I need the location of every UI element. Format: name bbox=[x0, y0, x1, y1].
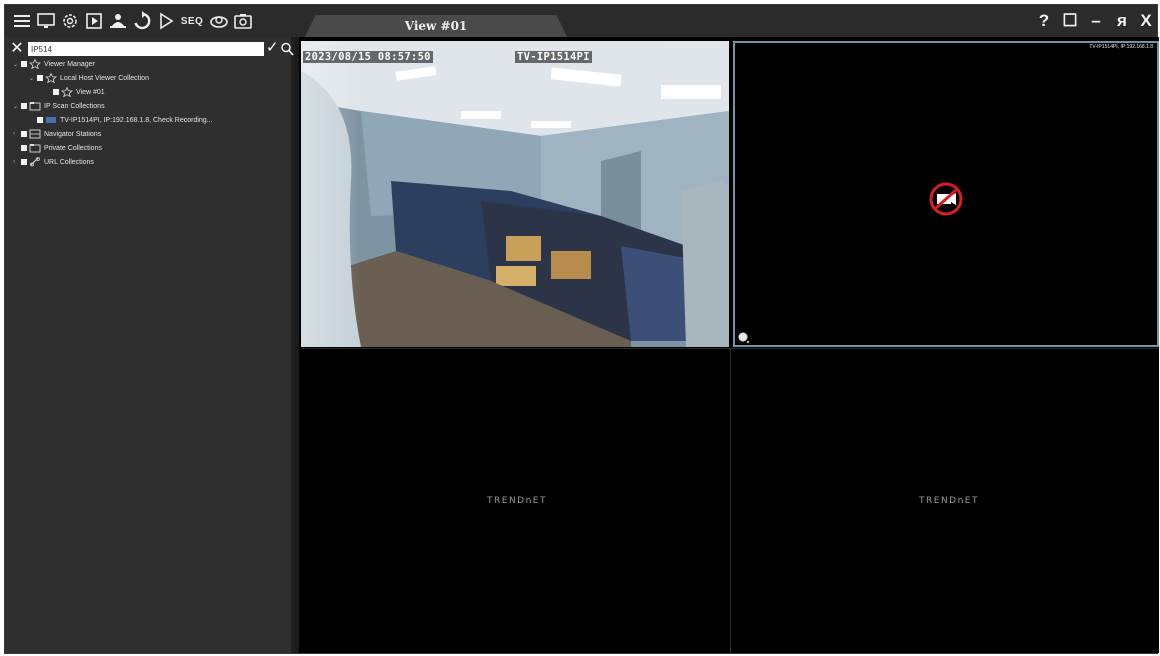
tree-item-label: TV-IP1514PI, IP:192.168.1.8, Check Recor… bbox=[60, 116, 213, 124]
checkbox[interactable] bbox=[21, 131, 27, 137]
close-icon: X bbox=[1140, 11, 1152, 30]
link-icon bbox=[29, 157, 41, 167]
chevron-right-icon[interactable]: › bbox=[13, 159, 21, 165]
checkbox[interactable] bbox=[21, 159, 27, 165]
tree-item-label: View #01 bbox=[76, 88, 105, 96]
user-button[interactable]: ᴙ bbox=[1111, 10, 1133, 32]
confirm-search-icon[interactable]: ✓ bbox=[266, 40, 280, 56]
play-icon[interactable] bbox=[155, 10, 177, 32]
menu-icon[interactable] bbox=[11, 10, 33, 32]
no-video-icon bbox=[929, 182, 963, 216]
video-grid: 2023/08/15 08:57:50 TV-IP1514PI TV-IP151… bbox=[299, 37, 1159, 653]
tree-item-viewer-manager[interactable]: ⌄ Viewer Manager bbox=[13, 58, 95, 70]
brand-logo: TRENDnET bbox=[919, 496, 979, 506]
tree-item-local-host[interactable]: ⌄ Local Host Viewer Collection bbox=[29, 72, 149, 84]
star-icon bbox=[29, 59, 41, 69]
playback-icon[interactable] bbox=[83, 10, 105, 32]
refresh-icon[interactable] bbox=[131, 10, 153, 32]
folder-icon bbox=[29, 101, 41, 111]
camera-feed-image bbox=[301, 41, 729, 347]
tree-item-label: IP Scan Collections bbox=[44, 102, 105, 110]
tree-item-camera[interactable]: TV-IP1514PI, IP:192.168.1.8, Check Recor… bbox=[37, 114, 213, 126]
tree-item-label: Navigator Stations bbox=[44, 130, 102, 138]
camera-corner-info: TV-IP1514PI, IP:192.168.1.8 bbox=[1089, 44, 1153, 50]
grid-divider-vertical bbox=[730, 349, 731, 653]
tab-title: View #01 bbox=[404, 19, 468, 33]
snapshot-icon[interactable] bbox=[232, 10, 254, 32]
brand-logo: TRENDnET bbox=[487, 496, 547, 506]
tree-item-view-01[interactable]: View #01 bbox=[53, 86, 105, 98]
settings-icon[interactable] bbox=[59, 10, 81, 32]
checkbox[interactable] bbox=[21, 145, 27, 151]
video-cell-2[interactable]: TV-IP1514PI, IP:192.168.1.8 bbox=[733, 41, 1159, 347]
record-status-icon[interactable] bbox=[738, 331, 750, 344]
search-icon[interactable] bbox=[280, 41, 294, 57]
seq-button[interactable]: SEQ bbox=[179, 10, 205, 32]
checkbox[interactable] bbox=[53, 89, 59, 95]
maximize-icon: ☐ bbox=[1062, 11, 1078, 30]
star-icon bbox=[61, 87, 73, 97]
search-input[interactable] bbox=[28, 42, 264, 56]
tree-item-navigator[interactable]: › Navigator Stations bbox=[13, 128, 101, 140]
app-window: SEQ View #01 ? ☐ – ᴙ X ✕ ✓ ⌄ Viewer bbox=[4, 4, 1159, 654]
device-tree-panel: ✕ ✓ ⌄ Viewer Manager ⌄ Local Host Viewer… bbox=[5, 37, 295, 653]
folder-icon bbox=[29, 143, 41, 153]
video-cell-4[interactable]: TRENDnET bbox=[733, 351, 1159, 653]
camera-name: TV-IP1514PI bbox=[515, 51, 592, 63]
checkbox[interactable] bbox=[21, 103, 27, 109]
checkbox[interactable] bbox=[37, 117, 43, 123]
camera-corner-info: TV-IP1514PI, IP:192.168.1.8 bbox=[661, 42, 725, 48]
top-toolbar: SEQ View #01 ? ☐ – ᴙ X bbox=[5, 5, 1157, 37]
tree-item-private[interactable]: Private Collections bbox=[21, 142, 102, 154]
station-icon bbox=[29, 129, 41, 139]
tree-item-label: Viewer Manager bbox=[44, 60, 95, 68]
cameras-icon[interactable] bbox=[208, 10, 230, 32]
chevron-right-icon[interactable]: › bbox=[13, 131, 21, 137]
video-cell-1[interactable]: 2023/08/15 08:57:50 TV-IP1514PI TV-IP151… bbox=[301, 41, 729, 347]
search-bar: ✕ ✓ bbox=[9, 40, 294, 57]
tree-item-url[interactable]: › URL Collections bbox=[13, 156, 94, 168]
chevron-down-icon[interactable]: ⌄ bbox=[13, 61, 21, 68]
checkbox[interactable] bbox=[21, 61, 27, 67]
help-icon: ? bbox=[1038, 11, 1050, 30]
camera-icon bbox=[45, 115, 57, 125]
chevron-down-icon[interactable]: ⌄ bbox=[13, 103, 21, 110]
clear-search-icon[interactable]: ✕ bbox=[9, 41, 25, 57]
user-icon: ᴙ bbox=[1117, 11, 1127, 30]
minimize-icon: – bbox=[1091, 11, 1101, 30]
tree-item-label: URL Collections bbox=[44, 158, 94, 166]
maximize-button[interactable]: ☐ bbox=[1059, 10, 1081, 32]
minimize-button[interactable]: – bbox=[1085, 10, 1107, 32]
tree-item-label: Private Collections bbox=[44, 144, 102, 152]
monitor-icon[interactable] bbox=[35, 10, 57, 32]
tab-view-01[interactable]: View #01 bbox=[305, 15, 567, 37]
seq-label: SEQ bbox=[180, 15, 204, 27]
checkbox[interactable] bbox=[37, 75, 43, 81]
star-icon bbox=[45, 73, 57, 83]
tree-item-ip-scan[interactable]: ⌄ IP Scan Collections bbox=[13, 100, 105, 112]
video-cell-3[interactable]: TRENDnET bbox=[301, 351, 729, 653]
camera-timestamp: 2023/08/15 08:57:50 bbox=[303, 51, 433, 63]
tree-item-label: Local Host Viewer Collection bbox=[60, 74, 149, 82]
chevron-down-icon[interactable]: ⌄ bbox=[29, 75, 37, 82]
users-icon[interactable] bbox=[107, 10, 129, 32]
help-button[interactable]: ? bbox=[1033, 10, 1055, 32]
close-button[interactable]: X bbox=[1135, 10, 1157, 32]
